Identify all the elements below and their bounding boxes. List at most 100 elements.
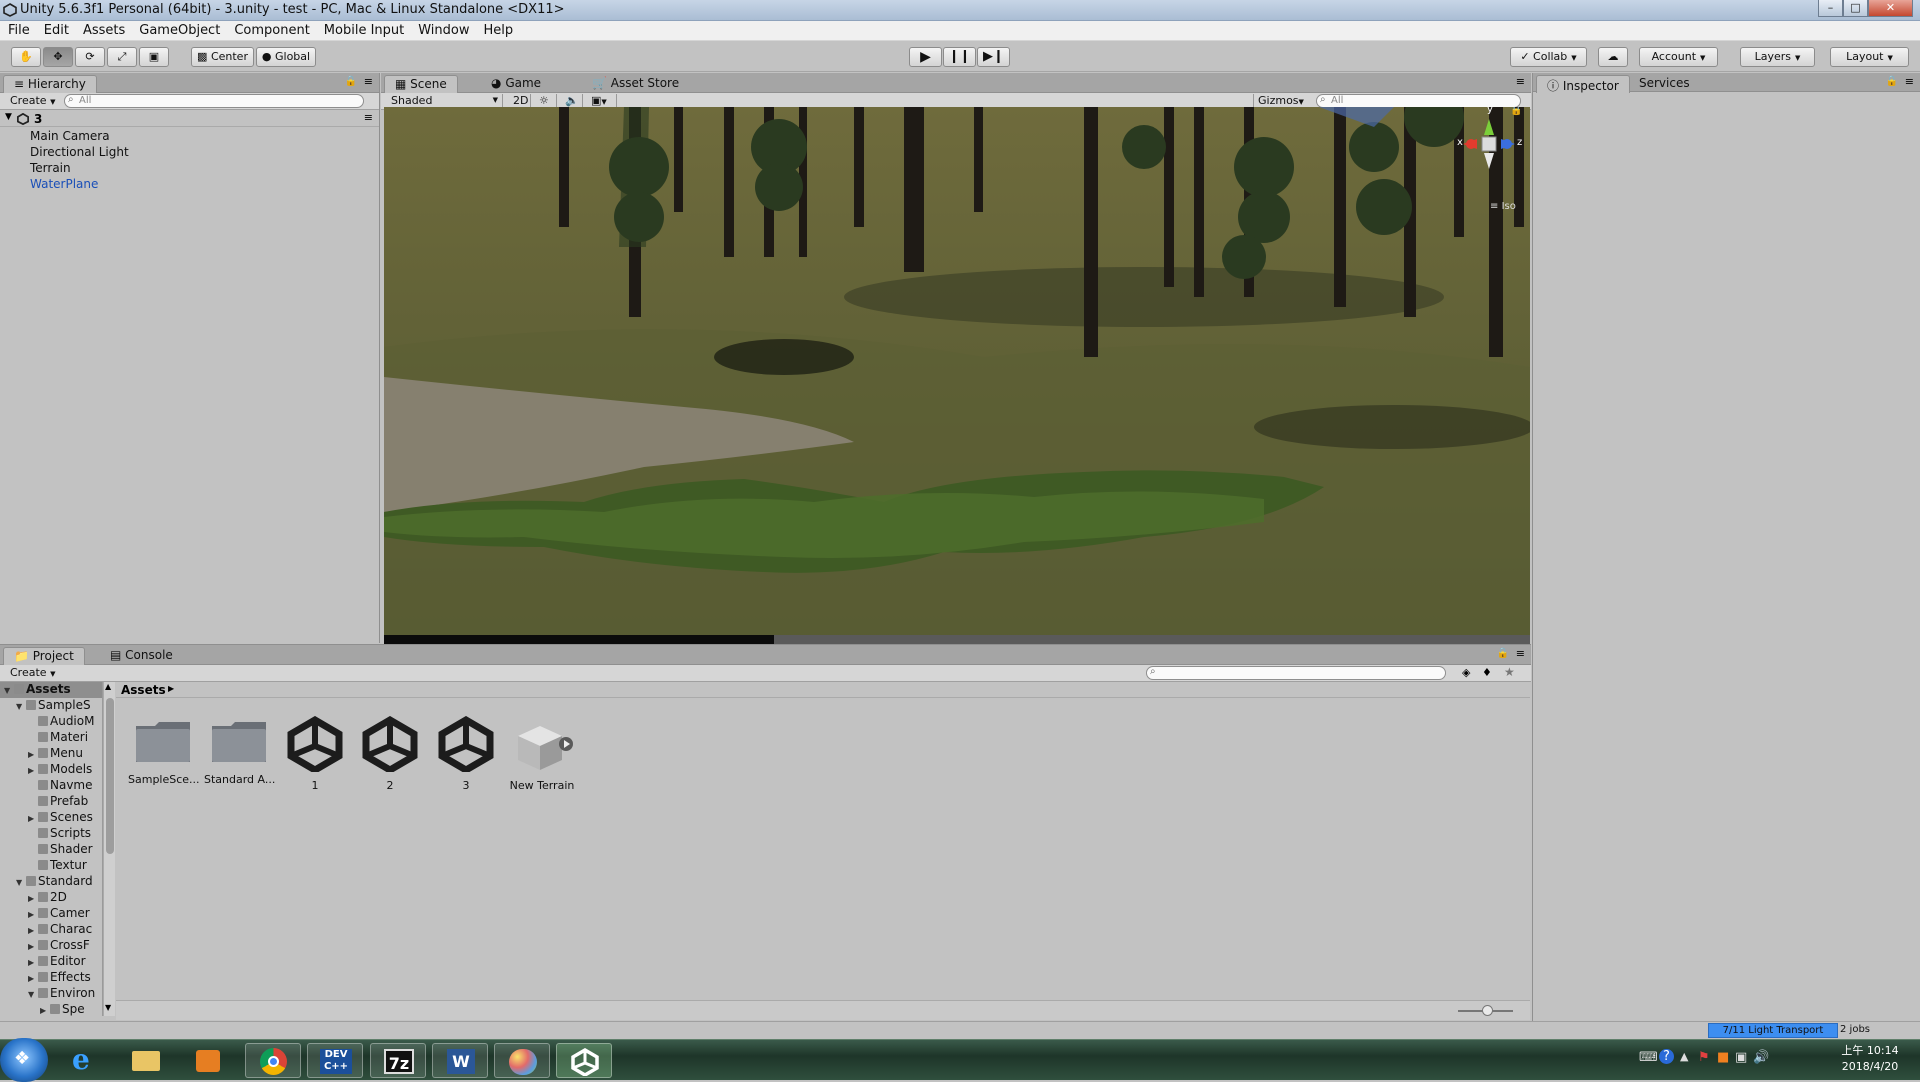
folder-tree-item[interactable]: ▶ 2D: [0, 890, 102, 906]
panel-menu-icon[interactable]: ≡: [1905, 75, 1914, 88]
light-transport-progress[interactable]: 7/11 Light Transport: [1708, 1023, 1838, 1038]
filter-type-icon[interactable]: ◈: [1462, 666, 1470, 679]
menu-mobile-input[interactable]: Mobile Input: [316, 21, 410, 38]
tree-scrollbar[interactable]: ▲ ▼: [103, 682, 115, 1016]
pause-button[interactable]: ❙❙: [943, 47, 976, 67]
network-icon[interactable]: ▣: [1735, 1050, 1747, 1065]
scene-viewport[interactable]: y x z ≡ Iso 🔒: [384, 107, 1530, 644]
menu-window[interactable]: Window: [410, 21, 475, 38]
collapsed-arrow-icon[interactable]: ▶: [28, 766, 38, 775]
clock[interactable]: 上午 10:14 2018/4/20: [1830, 1043, 1910, 1075]
menu-edit[interactable]: Edit: [36, 21, 75, 38]
speaker-icon[interactable]: 🔊: [1753, 1050, 1769, 1065]
asset-item-scene[interactable]: 2: [355, 715, 425, 792]
asset-item-terrain[interactable]: New Terrain: [507, 716, 577, 792]
scene-audio-button[interactable]: 🔈: [561, 94, 583, 108]
pivot-center-button[interactable]: ▩ Center: [191, 47, 254, 67]
hierarchy-item-directional-light[interactable]: Directional Light: [30, 145, 129, 159]
layout-dropdown[interactable]: Layout ▼: [1830, 47, 1909, 67]
tab-scene[interactable]: ▦ Scene: [384, 75, 458, 93]
collapsed-arrow-icon[interactable]: ▶: [28, 910, 38, 919]
move-tool-button[interactable]: ✥: [43, 47, 73, 67]
tab-inspector[interactable]: ⓘ Inspector: [1536, 75, 1630, 93]
expand-arrow-icon[interactable]: ▼: [5, 112, 12, 122]
layers-dropdown[interactable]: Layers ▼: [1740, 47, 1815, 67]
jobs-label[interactable]: 2 jobs: [1840, 1024, 1870, 1035]
expanded-arrow-icon[interactable]: ▼: [16, 878, 26, 887]
scene-effects-dropdown[interactable]: ▣▼: [587, 94, 617, 108]
space-global-button[interactable]: ● Global: [256, 47, 316, 67]
asset-item-scene[interactable]: 3: [431, 715, 501, 792]
close-window-button[interactable]: ✕: [1868, 0, 1913, 17]
cloud-button[interactable]: ☁: [1598, 47, 1628, 67]
folder-tree-item[interactable]: ▶ Models: [0, 762, 102, 778]
keyboard-icon[interactable]: ⌨: [1639, 1050, 1658, 1065]
filter-label-icon[interactable]: ♦: [1482, 666, 1492, 679]
hierarchy-item-terrain[interactable]: Terrain: [30, 161, 71, 175]
folder-tree-item[interactable]: ▶ Effects: [0, 970, 102, 986]
folder-tree-item[interactable]: ▼ Assets: [0, 682, 102, 698]
hierarchy-create-dropdown[interactable]: Create ▼: [6, 94, 59, 108]
gizmos-dropdown[interactable]: Gizmos▼: [1253, 94, 1304, 108]
expanded-arrow-icon[interactable]: ▼: [28, 990, 38, 999]
folder-tree-item[interactable]: ▶ Charac: [0, 922, 102, 938]
hierarchy-search-input[interactable]: All: [64, 94, 364, 108]
help-icon[interactable]: ?: [1659, 1049, 1674, 1064]
folder-tree-item[interactable]: ▼ Environ: [0, 986, 102, 1002]
folder-tree-item[interactable]: Navme: [0, 778, 102, 794]
orientation-gizmo[interactable]: y x z ≡ Iso: [1449, 107, 1529, 212]
scroll-up-icon[interactable]: ▲: [105, 682, 111, 691]
rect-tool-button[interactable]: ▣: [139, 47, 169, 67]
folder-tree-item[interactable]: ▼ Standard: [0, 874, 102, 890]
folder-tree-item[interactable]: Prefab: [0, 794, 102, 810]
tab-asset-store[interactable]: 🛒 Asset Store: [582, 75, 689, 93]
collapsed-arrow-icon[interactable]: ▶: [28, 926, 38, 935]
menu-assets[interactable]: Assets: [75, 21, 131, 38]
gizmo-lock-icon[interactable]: 🔒: [1510, 107, 1522, 116]
hand-tool-button[interactable]: ✋: [11, 47, 41, 67]
hierarchy-item-main-camera[interactable]: Main Camera: [30, 129, 110, 143]
minimize-button[interactable]: –: [1818, 0, 1843, 17]
taskbar-dev-cpp[interactable]: DEV C++: [307, 1043, 363, 1078]
panel-menu-icon[interactable]: ≡: [1516, 75, 1525, 88]
flag-icon[interactable]: ⚑: [1698, 1050, 1710, 1065]
project-create-dropdown[interactable]: Create ▼: [6, 666, 59, 680]
taskbar-chrome[interactable]: [245, 1043, 301, 1078]
folder-tree-item[interactable]: Materi: [0, 730, 102, 746]
scene-search-input[interactable]: All: [1316, 94, 1521, 108]
maximize-button[interactable]: □: [1843, 0, 1868, 17]
project-search-input[interactable]: [1146, 666, 1446, 680]
collapsed-arrow-icon[interactable]: ▶: [28, 750, 38, 759]
taskbar-unity[interactable]: [556, 1043, 612, 1078]
collapsed-arrow-icon[interactable]: ▶: [28, 974, 38, 983]
folder-tree-item[interactable]: ▶ Scenes: [0, 810, 102, 826]
collapsed-arrow-icon[interactable]: ▶: [40, 1006, 50, 1015]
tab-hierarchy[interactable]: ≡ Hierarchy: [3, 75, 97, 93]
scroll-down-icon[interactable]: ▼: [105, 1003, 111, 1012]
projection-label[interactable]: ≡ Iso: [1490, 201, 1516, 212]
scene-menu-icon[interactable]: ≡: [364, 111, 373, 124]
collapsed-arrow-icon[interactable]: ▶: [28, 814, 38, 823]
folder-tree-item[interactable]: ▼ SampleS: [0, 698, 102, 714]
icon-size-slider-thumb[interactable]: [1482, 1005, 1493, 1016]
asset-item-folder[interactable]: Standard A...: [204, 716, 275, 786]
menu-help[interactable]: Help: [476, 21, 520, 38]
rotate-tool-button[interactable]: ⟳: [75, 47, 105, 67]
folder-tree-item[interactable]: ▶ CrossF: [0, 938, 102, 954]
folder-tree-item[interactable]: ▶ Menu: [0, 746, 102, 762]
favorite-star-icon[interactable]: ★: [1504, 665, 1515, 679]
collapsed-arrow-icon[interactable]: ▶: [28, 894, 38, 903]
folder-tree-item[interactable]: ▶ Spe: [0, 1002, 102, 1016]
tray-arrow-icon[interactable]: ▲: [1680, 1050, 1688, 1063]
step-button[interactable]: ▶❙: [977, 47, 1010, 67]
menu-file[interactable]: File: [0, 21, 36, 38]
toggle-2d-button[interactable]: 2D: [509, 94, 531, 108]
lock-icon[interactable]: 🔒: [345, 76, 357, 87]
security-icon[interactable]: ■: [1717, 1050, 1729, 1065]
asset-item-folder[interactable]: SampleSce...: [128, 716, 200, 786]
scale-tool-button[interactable]: ⤢: [107, 47, 137, 67]
play-button[interactable]: ▶: [909, 47, 942, 67]
folder-tree-item[interactable]: Scripts: [0, 826, 102, 842]
panel-menu-icon[interactable]: ≡: [364, 75, 373, 88]
expanded-arrow-icon[interactable]: ▼: [4, 686, 14, 695]
